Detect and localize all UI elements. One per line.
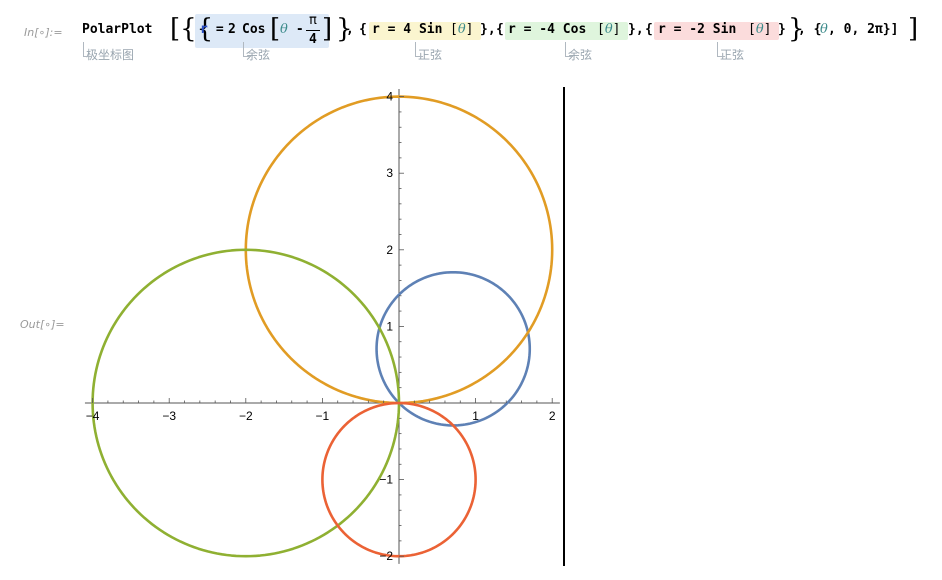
y-tick-label: 1 (386, 319, 393, 333)
y-tick-label: −2 (379, 549, 393, 563)
plot-ticks: −4 −3 −2 −1 1 2 −2 −1 1 2 3 4 (86, 90, 556, 564)
x-tick-label: −3 (162, 409, 176, 423)
y-tick-label: 4 (386, 90, 393, 104)
x-tick-label: 2 (549, 409, 556, 423)
polar-plot[interactable]: −4 −3 −2 −1 1 2 −2 −1 1 2 3 4 (0, 0, 942, 580)
x-tick-label: −4 (86, 409, 100, 423)
plot-curves (91, 95, 554, 558)
x-tick-label: 1 (472, 409, 479, 423)
y-tick-label: 2 (386, 243, 393, 257)
y-tick-label: −1 (379, 473, 393, 487)
x-tick-label: −2 (239, 409, 253, 423)
x-tick-label: −1 (316, 409, 330, 423)
y-tick-label: 3 (386, 166, 393, 180)
